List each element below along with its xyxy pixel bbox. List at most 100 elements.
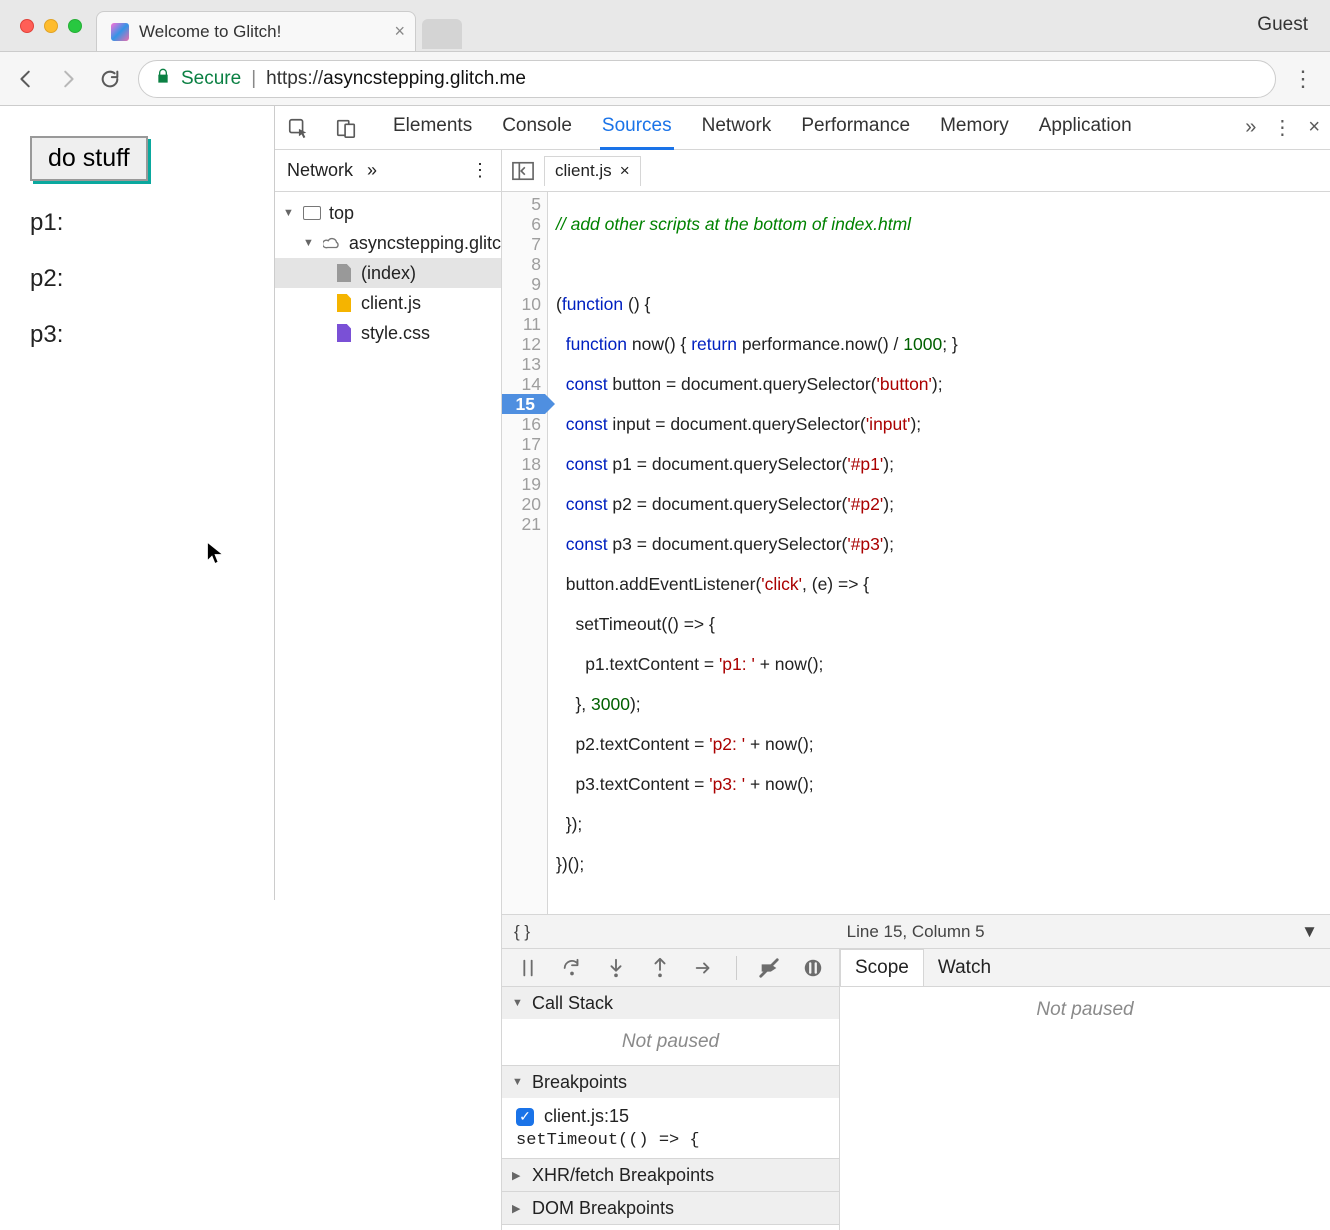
devtools: Elements Console Sources Network Perform… [275,106,1330,900]
browser-tabstrip: Welcome to Glitch! × Guest [0,0,1330,52]
editor-tab-clientjs[interactable]: client.js × [544,156,641,186]
navigator-more-icon[interactable]: » [367,160,377,181]
close-window-icon[interactable] [20,19,34,33]
tree-file-stylecss[interactable]: style.css [275,318,501,348]
cloud-icon [323,234,341,252]
reload-button[interactable] [96,65,124,93]
tab-elements[interactable]: Elements [391,105,474,150]
dom-breakpoints-section: ▶DOM Breakpoints [502,1192,839,1225]
scope-watch-tabs: Scope Watch [840,949,1330,987]
navigator-tabs: Network » ⋮ [275,150,501,192]
glitch-favicon-icon [111,23,129,41]
step-out-button[interactable] [648,956,672,980]
show-more-icon[interactable]: ▼ [1301,922,1318,942]
file-tree: ▼ top ▼ asyncstepping.glitc (index) [275,192,501,354]
navigator-tab-network[interactable]: Network [287,160,353,181]
format-code-icon[interactable]: { } [514,922,530,942]
inspect-element-icon[interactable] [285,115,311,141]
browser-tab-title: Welcome to Glitch! [139,22,281,42]
breakpoint-checkbox[interactable]: ✓ [516,1108,534,1126]
breakpoint-item[interactable]: ✓ client.js:15 [516,1106,825,1127]
lock-icon [155,67,171,91]
xhr-breakpoints-section: ▶XHR/fetch Breakpoints [502,1159,839,1192]
tree-file-clientjs-label: client.js [361,293,421,314]
code-pane: client.js × 5 6 7 8 9 10 11 12 13 [502,150,1330,1230]
tree-domain-label: asyncstepping.glitc [349,233,501,254]
tree-domain[interactable]: ▼ asyncstepping.glitc [275,228,501,258]
debugger-controls [502,949,839,987]
url-text: https://asyncstepping.glitch.me [266,68,526,90]
line-gutter[interactable]: 5 6 7 8 9 10 11 12 13 14 15 16 17 18 [502,192,548,914]
tab-watch[interactable]: Watch [924,950,1005,986]
editor-tabstrip: client.js × [502,150,1330,192]
back-button[interactable] [12,65,40,93]
breakpoints-header[interactable]: ▼Breakpoints [502,1066,839,1098]
do-stuff-button[interactable]: do stuff [30,136,148,181]
minimize-window-icon[interactable] [44,19,58,33]
call-stack-header[interactable]: ▼Call Stack [502,987,839,1019]
tree-file-index-label: (index) [361,263,416,284]
new-tab-button[interactable] [422,19,462,49]
tree-top[interactable]: ▼ top [275,198,501,228]
dom-breakpoints-header[interactable]: ▶DOM Breakpoints [502,1192,839,1224]
tab-scope[interactable]: Scope [840,949,924,986]
p3-text: p3: [30,321,244,349]
code-body[interactable]: // add other scripts at the bottom of in… [548,192,1330,914]
devtools-toolbar: Elements Console Sources Network Perform… [275,106,1330,150]
call-stack-section: ▼Call Stack Not paused [502,987,839,1066]
debugger-pane: ▼Call Stack Not paused ▼Breakpoints ✓ cl… [502,948,1330,1230]
code-editor[interactable]: 5 6 7 8 9 10 11 12 13 14 15 16 17 18 [502,192,1330,914]
tab-console[interactable]: Console [500,105,574,150]
window-traffic-lights [20,19,82,33]
tree-top-label: top [329,203,354,224]
scope-not-paused: Not paused [840,987,1330,1033]
browser-menu-button[interactable]: ⋮ [1290,66,1318,92]
close-devtools-icon[interactable]: × [1308,116,1320,139]
maximize-window-icon[interactable] [68,19,82,33]
url-separator: | [251,68,256,90]
cursor-icon [206,541,224,571]
editor-status-bar: { } Line 15, Column 5 ▼ [502,914,1330,948]
p2-text: p2: [30,265,244,293]
deactivate-breakpoints-button[interactable] [757,956,781,980]
address-bar[interactable]: Secure | https://asyncstepping.glitch.me [138,60,1276,98]
tab-sources[interactable]: Sources [600,105,674,150]
url-host: asyncstepping.glitch.me [323,68,526,89]
browser-toolbar: Secure | https://asyncstepping.glitch.me… [0,52,1330,106]
tree-file-clientjs[interactable]: client.js [275,288,501,318]
close-tab-icon[interactable]: × [394,21,405,42]
step-button[interactable] [692,956,716,980]
device-toggle-icon[interactable] [333,115,359,141]
tab-network[interactable]: Network [700,105,774,150]
devtools-tabs: Elements Console Sources Network Perform… [391,105,1223,150]
profile-label[interactable]: Guest [1257,14,1308,36]
cursor-position: Line 15, Column 5 [847,922,985,942]
url-scheme: https:// [266,68,323,89]
rendered-page: do stuff p1: p2: p3: [0,106,275,900]
tab-application[interactable]: Application [1037,105,1134,150]
toggle-navigator-icon[interactable] [510,158,536,184]
navigator-menu-icon[interactable]: ⋮ [471,160,489,181]
breakpoints-section: ▼Breakpoints ✓ client.js:15 setTimeout((… [502,1066,839,1159]
call-stack-not-paused: Not paused [502,1019,839,1065]
more-tabs-icon[interactable]: » [1245,116,1256,139]
css-file-icon [335,324,353,342]
close-editor-tab-icon[interactable]: × [620,161,630,181]
breakpoint-location: client.js:15 [544,1106,629,1127]
step-over-button[interactable] [560,956,584,980]
p1-text: p1: [30,209,244,237]
step-into-button[interactable] [604,956,628,980]
tab-memory[interactable]: Memory [938,105,1011,150]
pause-on-exceptions-button[interactable] [801,956,825,980]
xhr-breakpoints-header[interactable]: ▶XHR/fetch Breakpoints [502,1159,839,1191]
pause-button[interactable] [516,956,540,980]
scope-watch-pane: Scope Watch Not paused [840,949,1330,1230]
editor-tab-label: client.js [555,161,612,181]
browser-tab[interactable]: Welcome to Glitch! × [96,11,416,51]
devtools-menu-icon[interactable]: ⋮ [1272,115,1292,140]
tab-performance[interactable]: Performance [799,105,912,150]
js-file-icon [335,294,353,312]
sources-navigator: Network » ⋮ ▼ top ▼ asyncstepping.glitc [275,150,502,1230]
breakpoint-marker[interactable]: 15 [502,394,545,414]
tree-file-index[interactable]: (index) [275,258,501,288]
